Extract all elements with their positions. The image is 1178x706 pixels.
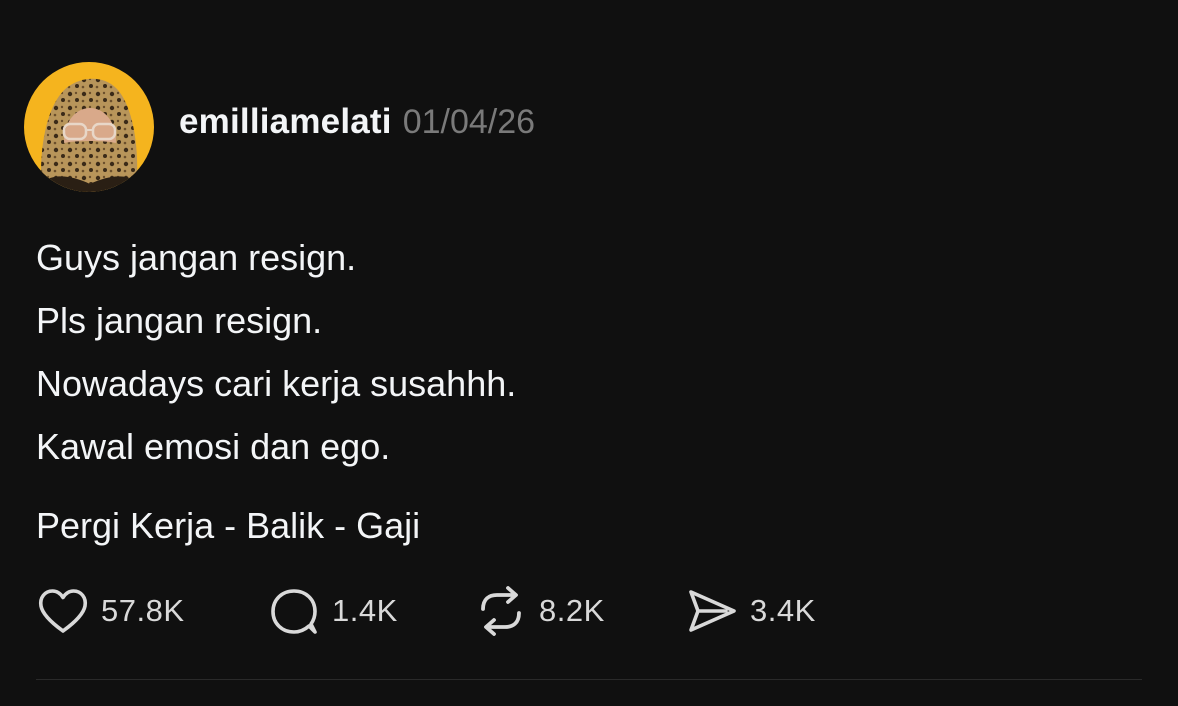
like-button[interactable]: 57.8K: [36, 583, 185, 639]
share-count: 3.4K: [750, 593, 816, 628]
post-body-line: Kawal emosi dan ego.: [36, 426, 391, 467]
heart-icon: [36, 583, 90, 639]
share-button[interactable]: 3.4K: [685, 583, 816, 639]
repost-count: 8.2K: [539, 593, 605, 628]
send-icon: [685, 583, 739, 639]
post-header: emilliamelati 01/04/26: [179, 102, 535, 146]
avatar-image: [24, 62, 154, 192]
repost-button[interactable]: 8.2K: [474, 583, 605, 639]
post-body-line: Nowadays cari kerja susahhh.: [36, 363, 517, 404]
post-body: Guys jangan resign. Pls jangan resign. N…: [36, 226, 1136, 478]
thread-post: emilliamelati 01/04/26 Guys jangan resig…: [0, 0, 1178, 706]
repost-icon: [474, 583, 528, 639]
post-tagline: Pergi Kerja - Balik - Gaji: [36, 505, 421, 546]
comment-icon: [267, 583, 321, 639]
reply-count: 1.4K: [332, 593, 398, 628]
post-divider: [36, 679, 1142, 680]
reply-button[interactable]: 1.4K: [267, 583, 398, 639]
post-actions: 57.8K 1.4K 8.2K 3.4K: [36, 583, 936, 639]
post-body-line: Guys jangan resign.: [36, 237, 357, 278]
author-avatar[interactable]: [24, 62, 154, 192]
author-username[interactable]: emilliamelati: [179, 102, 392, 142]
post-body-line: Pls jangan resign.: [36, 300, 323, 341]
post-timestamp: 01/04/26: [402, 103, 536, 141]
like-count: 57.8K: [101, 593, 185, 628]
